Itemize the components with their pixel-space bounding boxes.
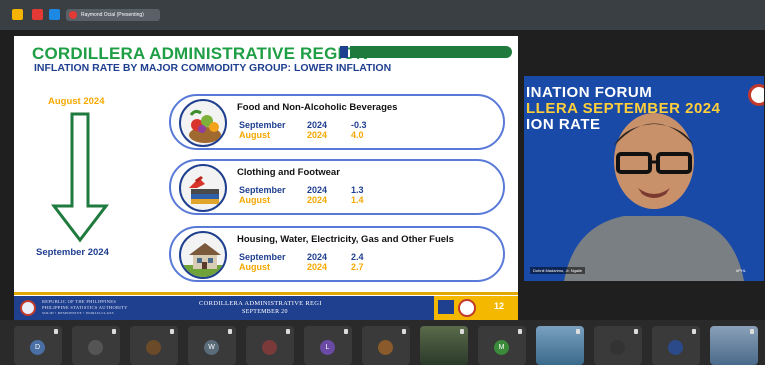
row-year: 2024 [307,252,328,262]
participant-tile[interactable]: D [14,326,62,365]
row-year: 2024 [307,262,328,272]
avatar [146,340,161,355]
mute-icon [750,329,754,334]
participant-tile[interactable] [536,326,584,365]
slide-footer: REPUBLIC OF THE PHILIPPINES PHILIPPINE S… [14,296,518,320]
row-month: September [239,252,286,262]
backdrop-text: INATION FORUM [526,84,653,101]
mute-icon [692,329,696,334]
participant-tile[interactable] [246,326,294,365]
mute-icon [518,329,522,334]
footer-date: SEPTEMBER 20 [242,309,288,315]
avatar [378,340,393,355]
mute-icon [112,329,116,334]
row-month: September [239,185,286,195]
footer-region: CORDILLERA ADMINISTRATIVE REGI [199,300,322,307]
psa-line: PHILIPPINE STATISTICS AUTHORITY [42,305,128,310]
footer-logo-panel: 12 [434,296,518,320]
psa-logo [748,84,764,106]
participant-tile[interactable]: W [188,326,236,365]
presenter-figure [564,113,744,281]
row-year: 2024 [307,130,328,140]
psa-logo [20,300,36,316]
mute-icon [576,329,580,334]
clothing-icon [179,164,227,212]
avatar: L [320,340,335,355]
mute-icon [634,329,638,334]
recording-icon[interactable] [32,9,43,20]
view-icon[interactable] [49,9,60,20]
card-title: Clothing and Footwear [237,167,340,178]
participant-tile[interactable] [420,326,468,365]
footer-divider [14,292,518,295]
presenting-label: Raymond Ocial (Presenting) [81,12,144,18]
food-basket-icon [179,99,227,147]
participant-tile[interactable] [652,326,700,365]
presenting-dot-icon [69,11,77,19]
row-year: 2024 [307,185,328,195]
shared-slide: CORDILLERA ADMINISTRATIVE REGION INFLATI… [14,36,518,320]
seal-logo [458,299,476,317]
row-month: September [239,120,286,130]
participant-tile[interactable] [594,326,642,365]
hashtag-tag: #PHL [736,268,747,273]
page-number: 12 [494,301,505,311]
participant-tile[interactable] [362,326,410,365]
participant-name-tag: Dohnli Madarimo, Jr. Ngaile [530,267,586,274]
mute-icon [402,329,406,334]
avatar [610,340,625,355]
commodity-card-food: Food and Non-Alcoholic Beverages Septemb… [169,94,505,150]
avatar: M [494,340,509,355]
mute-icon [228,329,232,334]
row-year: 2024 [307,120,328,130]
presenting-indicator[interactable]: Raymond Ocial (Presenting) [66,9,160,21]
psa-tagline: SOLID • RESPONSIVE • WORLD-CLASS [42,311,114,315]
row-value: 1.3 [351,185,364,195]
row-value: 2.7 [351,262,364,272]
mute-icon [460,329,464,334]
title-accent-green [350,46,512,58]
slide-title: CORDILLERA ADMINISTRATIVE REGION [32,44,369,63]
row-month: August [239,130,270,140]
row-month: August [239,195,270,205]
row-value: -0.3 [351,120,367,130]
row-year: 2024 [307,195,328,205]
participant-tile[interactable]: L [304,326,352,365]
mute-icon [54,329,58,334]
down-arrow-icon [50,112,110,243]
commodity-card-housing: Housing, Water, Electricity, Gas and Oth… [169,226,505,282]
avatar [668,340,683,355]
card-title: Food and Non-Alcoholic Beverages [237,102,398,113]
presenter-video[interactable]: INATION FORUM LLERA SEPTEMBER 2024 ION R… [524,76,764,281]
partner-logo [438,300,454,314]
avatar: W [204,340,219,355]
slide-subtitle: INFLATION RATE BY MAJOR COMMODITY GROUP:… [34,62,392,74]
row-value: 2.4 [351,252,364,262]
from-period-label: August 2024 [48,96,105,107]
mute-icon [344,329,348,334]
avatar [262,340,277,355]
mute-icon [286,329,290,334]
meeting-top-bar: Raymond Ocial (Presenting) [0,0,765,30]
psa-line: REPUBLIC OF THE PHILIPPINES [42,299,117,304]
participant-strip: D W L M [0,320,765,365]
row-value: 1.4 [351,195,364,205]
participant-tile[interactable] [130,326,178,365]
card-title: Housing, Water, Electricity, Gas and Oth… [237,234,454,245]
title-accent-blue [340,46,348,58]
avatar: D [30,340,45,355]
security-icon[interactable] [12,9,23,20]
to-period-label: September 2024 [36,247,109,258]
participant-tile[interactable]: M [478,326,526,365]
mute-icon [170,329,174,334]
row-month: August [239,262,270,272]
participant-tile[interactable] [710,326,758,365]
participant-tile[interactable] [72,326,120,365]
house-icon [179,231,227,279]
avatar [88,340,103,355]
commodity-card-clothing: Clothing and Footwear September 2024 1.3… [169,159,505,215]
row-value: 4.0 [351,130,364,140]
